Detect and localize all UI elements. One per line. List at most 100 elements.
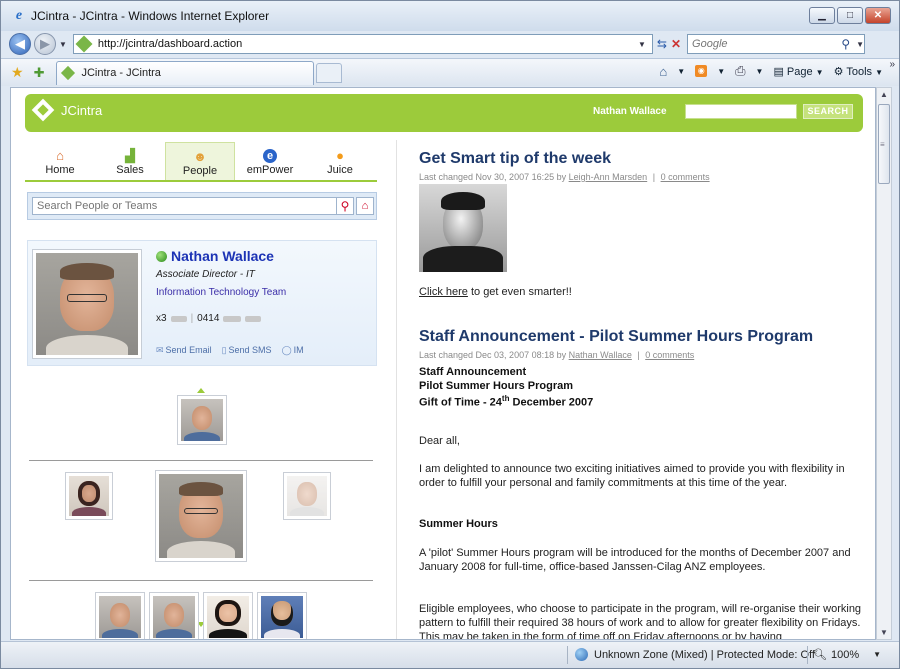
announcement-subheading: Pilot Summer Hours Program: [419, 380, 574, 392]
org-report-thumbnail[interactable]: [257, 592, 307, 639]
tab-juice-label: Juice: [327, 164, 353, 176]
post-author-link[interactable]: Nathan Wallace: [569, 350, 632, 360]
browser-window: e JCintra - JCintra - Windows Internet E…: [0, 0, 900, 669]
zone-text: Unknown Zone (Mixed) | Protected Mode: O…: [594, 648, 815, 661]
tab-empower-label: emPower: [246, 164, 294, 176]
search-provider-dropdown-icon[interactable]: ▼: [856, 40, 864, 49]
forward-button[interactable]: ▶: [34, 33, 56, 55]
org-report-thumbnail[interactable]: [149, 592, 199, 639]
post-author-link[interactable]: Leigh-Ann Marsden: [569, 172, 648, 182]
post-title[interactable]: Staff Announcement - Pilot Summer Hours …: [419, 328, 813, 346]
post-comments-link[interactable]: 0 comments: [645, 350, 694, 360]
post-comments-link[interactable]: 0 comments: [661, 172, 710, 182]
org-peer-thumbnail[interactable]: [283, 472, 331, 520]
people-search-button[interactable]: ⚲: [336, 197, 354, 215]
new-tab-button[interactable]: [316, 62, 343, 83]
url-field[interactable]: http://jcintra/dashboard.action ▼: [72, 34, 653, 54]
org-peer-thumbnail[interactable]: [65, 472, 113, 520]
toolbar-overflow-icon[interactable]: »: [889, 59, 895, 70]
page-menu-button[interactable]: ▤ Page ▼: [773, 65, 823, 78]
refresh-icon[interactable]: ⇆: [657, 37, 667, 51]
profile-name[interactable]: Nathan Wallace: [171, 248, 274, 264]
click-here-link[interactable]: Click here: [419, 286, 468, 298]
pane-divider: [396, 140, 397, 639]
window-title: JCintra - JCintra - Windows Internet Exp…: [31, 9, 270, 23]
tab-sales[interactable]: ▟ Sales: [95, 142, 165, 180]
home-dropdown-icon[interactable]: ▼: [677, 67, 685, 76]
org-divider: [29, 580, 373, 581]
tab-home[interactable]: ⌂ Home: [25, 142, 95, 180]
profile-team-link[interactable]: Information Technology Team: [156, 287, 286, 298]
empower-icon: e: [263, 149, 277, 163]
post-title[interactable]: Get Smart tip of the week: [419, 150, 611, 168]
org-report-thumbnail[interactable]: [203, 592, 253, 639]
tab-sales-label: Sales: [116, 164, 144, 176]
phone-icon: ▯: [221, 345, 227, 355]
app-logo[interactable]: JCintra: [31, 98, 103, 122]
print-icon[interactable]: ⎙: [735, 63, 745, 79]
post-paragraph: I am delighted to announce two exciting …: [419, 463, 845, 489]
stop-icon[interactable]: ✕: [671, 37, 681, 51]
browser-search-input[interactable]: [692, 38, 842, 50]
zoom-dropdown-icon[interactable]: ▼: [873, 650, 881, 659]
browser-tab[interactable]: JCintra - JCintra: [56, 60, 315, 85]
tab-empower[interactable]: e emPower: [235, 142, 305, 180]
tools-menu-button[interactable]: ⚙ Tools ▼: [834, 65, 883, 78]
summer-hours-heading: Summer Hours: [419, 518, 498, 530]
announcement-heading: Staff Announcement: [419, 366, 527, 378]
send-sms-link[interactable]: ▯ Send SMS: [222, 345, 272, 356]
back-button[interactable]: ◀: [9, 33, 31, 55]
browser-search-box[interactable]: ⚲ ▼: [687, 34, 866, 54]
im-link[interactable]: ◯ IM: [282, 345, 304, 356]
header-search-button[interactable]: SEARCH: [803, 104, 853, 119]
feeds-icon[interactable]: ◉: [695, 65, 708, 77]
zoom-control[interactable]: 🔍︎ 100% ▼: [813, 648, 881, 662]
url-dropdown-icon[interactable]: ▼: [638, 40, 646, 49]
page-viewport: JCintra Nathan Wallace SEARCH ⌂ Home ▟ S…: [10, 87, 876, 640]
favorites-star-icon[interactable]: ★: [11, 64, 24, 81]
redacted-block: [223, 315, 242, 322]
org-report-thumbnail[interactable]: [95, 592, 145, 639]
scroll-up-icon[interactable]: ▲: [880, 90, 888, 99]
status-separator: [807, 646, 808, 664]
feeds-dropdown-icon[interactable]: ▼: [717, 67, 725, 76]
close-window-button[interactable]: ✕: [865, 7, 891, 24]
history-dropdown-icon[interactable]: ▼: [59, 40, 67, 49]
jcintra-logo-icon: [31, 98, 55, 122]
scroll-down-icon[interactable]: ▼: [880, 628, 888, 637]
redacted-block: [245, 315, 262, 322]
profile-phones: x3 | 0414: [156, 313, 262, 324]
people-search-field[interactable]: [32, 197, 338, 215]
app-header: JCintra Nathan Wallace SEARCH: [25, 94, 863, 132]
security-zone[interactable]: Unknown Zone (Mixed) | Protected Mode: O…: [575, 648, 815, 661]
post-paragraph: A 'pilot' Summer Hours program will be i…: [419, 547, 851, 573]
post-meta: Last changed Dec 03, 2007 08:18 by Natha…: [419, 350, 695, 360]
search-icon[interactable]: ⚲: [841, 37, 850, 51]
vertical-scrollbar[interactable]: ▲ ≡ ▼: [876, 87, 892, 640]
header-search-input[interactable]: [685, 104, 797, 119]
home-icon[interactable]: ⌂: [659, 64, 667, 79]
url-text[interactable]: http://jcintra/dashboard.action: [98, 38, 638, 50]
people-search-input[interactable]: [33, 198, 333, 214]
tab-people[interactable]: ☻ People: [165, 142, 235, 180]
print-dropdown-icon[interactable]: ▼: [756, 67, 764, 76]
send-email-link[interactable]: ✉ Send Email: [156, 345, 212, 356]
profile-photo[interactable]: [32, 249, 142, 359]
header-username[interactable]: Nathan Wallace: [593, 106, 667, 117]
gift-heading-date: December 2007: [509, 396, 594, 409]
org-up-arrow-icon[interactable]: [197, 388, 205, 393]
org-manager-thumbnail[interactable]: [177, 395, 227, 445]
maximize-button[interactable]: □: [837, 7, 863, 24]
post-meta: Last changed Nov 30, 2007 16:25 by Leigh…: [419, 172, 710, 182]
window-controls: ▁ □ ✕: [809, 7, 891, 24]
app-logo-text: JCintra: [61, 102, 103, 118]
people-home-button[interactable]: ⌂: [356, 197, 374, 215]
page-icon: ▤: [773, 65, 784, 78]
minimize-button[interactable]: ▁: [809, 7, 835, 24]
news-pane: Get Smart tip of the week Last changed N…: [419, 142, 869, 639]
tab-juice[interactable]: ● Juice: [305, 142, 375, 180]
add-favorites-icon[interactable]: ✚: [34, 65, 45, 81]
org-current-thumbnail[interactable]: [155, 470, 247, 562]
profile-card: Nathan Wallace Associate Director - IT I…: [27, 240, 377, 366]
click-here-rest: to get even smarter!!: [467, 286, 572, 298]
